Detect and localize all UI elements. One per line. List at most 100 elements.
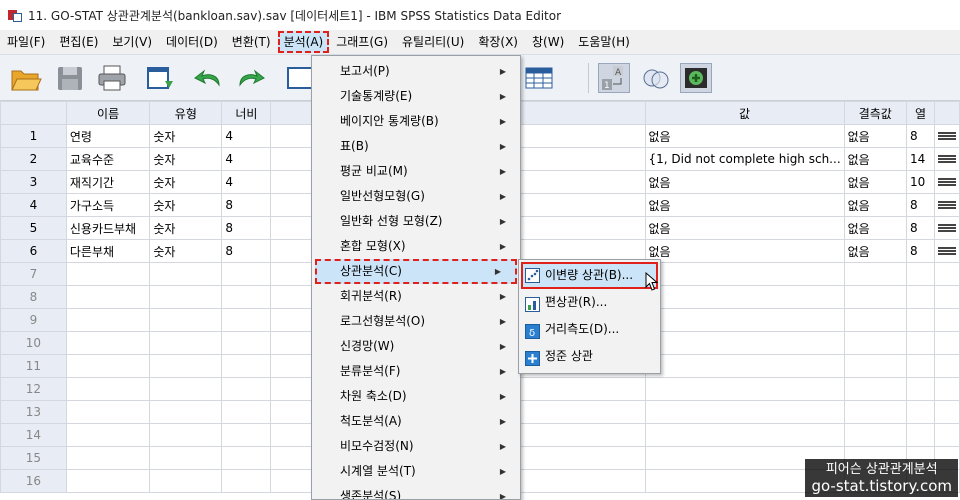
column-header-6[interactable]: 값 (644, 101, 845, 125)
grid-cell[interactable] (934, 377, 960, 401)
grid-cell[interactable] (221, 354, 272, 378)
menu-item-9[interactable]: 창(W) (525, 31, 571, 53)
menu-item-4[interactable]: 변환(T) (225, 31, 278, 53)
analyze-menu-item-13[interactable]: 차원 축소(D) ▶ (312, 384, 520, 409)
grid-cell[interactable] (501, 469, 646, 493)
grid-cell[interactable] (65, 400, 151, 424)
custom-add-icon[interactable] (680, 63, 712, 93)
grid-cell[interactable] (934, 170, 960, 194)
grid-cell[interactable]: 연령 (65, 124, 151, 148)
row-number[interactable]: 16 (0, 469, 67, 493)
grid-cell[interactable] (149, 262, 223, 286)
grid-cell[interactable] (644, 377, 845, 401)
analyze-menu-item-16[interactable]: 시계열 분석(T) ▶ (312, 459, 520, 484)
grid-cell[interactable] (65, 262, 151, 286)
menu-item-8[interactable]: 확장(X) (471, 31, 525, 53)
grid-cell[interactable] (501, 400, 646, 424)
grid-cell[interactable] (905, 423, 936, 447)
menu-item-6[interactable]: 그래프(G) (329, 31, 395, 53)
grid-cell[interactable] (501, 377, 646, 401)
grid-cell[interactable] (934, 124, 960, 148)
grid-cell[interactable] (501, 147, 646, 171)
grid-cell[interactable]: 숫자 (149, 239, 223, 263)
row-number[interactable]: 7 (0, 262, 67, 286)
open-folder-icon[interactable] (10, 63, 42, 93)
analyze-menu-item-11[interactable]: 신경망(W) ▶ (312, 334, 520, 359)
grid-cell[interactable] (65, 377, 151, 401)
dialog-recall-icon[interactable] (145, 63, 177, 93)
grid-cell[interactable]: 없음 (843, 124, 907, 148)
grid-cell[interactable] (501, 193, 646, 217)
grid-cell[interactable]: 4 (221, 147, 272, 171)
grid-cell[interactable] (843, 262, 907, 286)
row-number[interactable]: 2 (0, 147, 67, 171)
grid-cell[interactable] (221, 423, 272, 447)
grid-cell[interactable] (905, 285, 936, 309)
row-number[interactable]: 15 (0, 446, 67, 470)
grid-cell[interactable] (221, 469, 272, 493)
grid-cell[interactable] (644, 423, 845, 447)
grid-cell[interactable] (843, 354, 907, 378)
correlate-submenu-item-3[interactable]: 정준 상관 (519, 343, 660, 370)
grid-cell[interactable] (65, 308, 151, 332)
variable-sets-icon[interactable] (640, 63, 672, 93)
grid-cell[interactable]: 숫자 (149, 216, 223, 240)
analyze-menu-item-0[interactable]: 보고서(P) ▶ (312, 59, 520, 84)
analyze-menu-item-7[interactable]: 혼합 모형(X) ▶ (312, 234, 520, 259)
analyze-menu-item-4[interactable]: 평균 비교(M) ▶ (312, 159, 520, 184)
menu-item-10[interactable]: 도움말(H) (571, 31, 637, 53)
column-header-9[interactable] (934, 101, 960, 125)
analyze-menu-item-3[interactable]: 표(B) ▶ (312, 134, 520, 159)
column-header-0[interactable]: 이름 (65, 101, 151, 125)
grid-cell[interactable]: 8 (905, 193, 936, 217)
grid-cell[interactable] (644, 400, 845, 424)
grid-cell[interactable] (149, 308, 223, 332)
grid-cell[interactable] (934, 308, 960, 332)
grid-cell[interactable] (65, 423, 151, 447)
grid-cell[interactable]: 4 (221, 170, 272, 194)
column-header-1[interactable]: 유형 (149, 101, 223, 125)
grid-cell[interactable] (221, 400, 272, 424)
grid-cell[interactable] (501, 423, 646, 447)
grid-cell[interactable] (934, 216, 960, 240)
grid-cell[interactable] (934, 331, 960, 355)
split-file-icon[interactable] (524, 63, 556, 93)
grid-cell[interactable] (501, 170, 646, 194)
grid-cell[interactable] (644, 308, 845, 332)
analyze-menu-item-12[interactable]: 분류분석(F) ▶ (312, 359, 520, 384)
undo-icon[interactable] (193, 63, 225, 93)
correlate-submenu-item-1[interactable]: 편상관(R)... (519, 289, 660, 316)
grid-cell[interactable] (905, 400, 936, 424)
grid-cell[interactable]: 14 (905, 147, 936, 171)
analyze-menu-item-2[interactable]: 베이지안 통계량(B) ▶ (312, 109, 520, 134)
grid-cell[interactable] (905, 377, 936, 401)
grid-cell[interactable]: 다른부채 (65, 239, 151, 263)
grid-cell[interactable]: 10 (905, 170, 936, 194)
analyze-menu-item-6[interactable]: 일반화 선형 모형(Z) ▶ (312, 209, 520, 234)
column-header-8[interactable]: 열 (905, 101, 936, 125)
row-number[interactable]: 10 (0, 331, 67, 355)
grid-cell[interactable] (221, 377, 272, 401)
grid-cell[interactable] (221, 285, 272, 309)
value-labels-icon[interactable]: A1 (598, 63, 630, 93)
grid-cell[interactable]: 없음 (843, 193, 907, 217)
grid-cell[interactable] (65, 469, 151, 493)
grid-cell[interactable]: 신용카드부채 (65, 216, 151, 240)
grid-cell[interactable] (149, 400, 223, 424)
grid-cell[interactable] (843, 423, 907, 447)
grid-cell[interactable] (934, 423, 960, 447)
grid-cell[interactable] (934, 285, 960, 309)
analyze-menu-item-17[interactable]: 생존분석(S) ▶ (312, 484, 520, 499)
grid-cell[interactable] (149, 446, 223, 470)
row-number[interactable]: 14 (0, 423, 67, 447)
correlate-submenu-item-0[interactable]: 이변량 상관(B)... (521, 262, 658, 289)
grid-cell[interactable] (149, 354, 223, 378)
grid-cell[interactable]: 재직기간 (65, 170, 151, 194)
grid-cell[interactable] (221, 262, 272, 286)
grid-cell[interactable] (149, 469, 223, 493)
grid-cell[interactable] (843, 400, 907, 424)
grid-cell[interactable] (149, 331, 223, 355)
grid-cell[interactable]: 4 (221, 124, 272, 148)
print-icon[interactable] (96, 63, 128, 93)
row-number[interactable]: 4 (0, 193, 67, 217)
